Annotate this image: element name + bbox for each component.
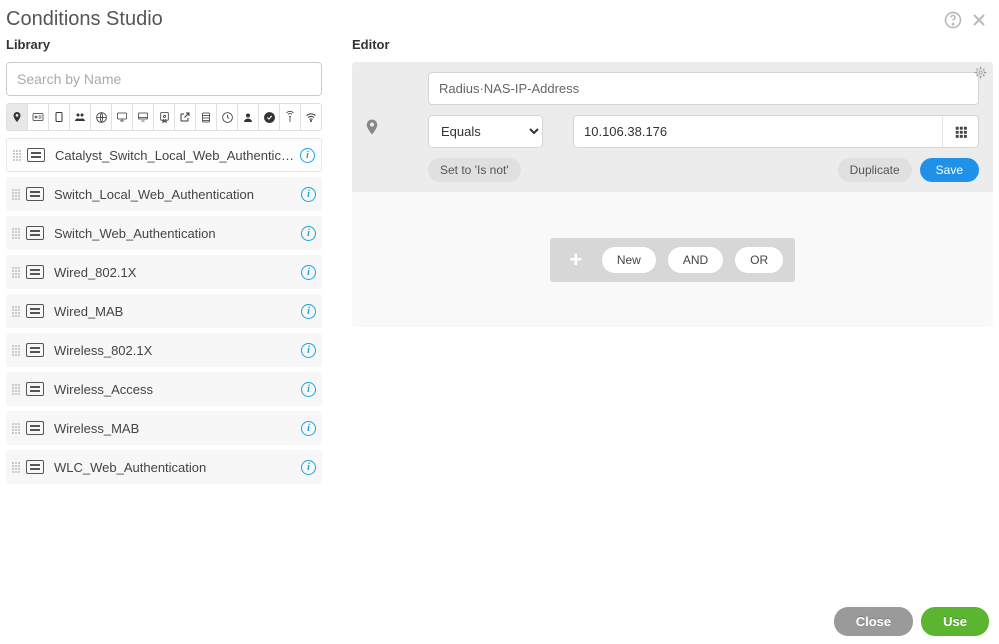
filter-desktop-icon[interactable]: [133, 104, 154, 130]
library-item-label: Wireless_802.1X: [54, 343, 295, 358]
info-icon[interactable]: i: [301, 265, 316, 280]
save-button[interactable]: Save: [920, 158, 979, 182]
info-icon[interactable]: i: [301, 187, 316, 202]
operator-select[interactable]: Equals: [428, 115, 543, 148]
filter-database-icon[interactable]: [196, 104, 217, 130]
library-item-label: Switch_Web_Authentication: [54, 226, 295, 241]
library-item[interactable]: Wireless_MAB i: [6, 411, 322, 445]
library-item-label: Wireless_MAB: [54, 421, 295, 436]
grid-picker-icon[interactable]: [942, 116, 978, 147]
gear-icon[interactable]: [974, 66, 987, 79]
location-marker-icon: [363, 116, 381, 138]
library-item[interactable]: WLC_Web_Authentication i: [6, 450, 322, 484]
filter-check-icon[interactable]: [259, 104, 280, 130]
set-is-not-button[interactable]: Set to 'Is not': [428, 158, 521, 182]
filter-toolbar: [6, 103, 322, 131]
condition-type-icon: [26, 460, 44, 474]
filter-device-icon[interactable]: [49, 104, 70, 130]
drag-handle-icon[interactable]: [12, 263, 20, 281]
close-button[interactable]: Close: [834, 607, 913, 636]
filter-badge-icon[interactable]: [28, 104, 49, 130]
drag-handle-icon[interactable]: [12, 458, 20, 476]
condition-type-icon: [26, 343, 44, 357]
attribute-field[interactable]: Radius·NAS-IP-Address: [428, 72, 979, 105]
library-item[interactable]: Wired_802.1X i: [6, 255, 322, 289]
library-item[interactable]: Catalyst_Switch_Local_Web_Authentication…: [6, 138, 322, 172]
filter-certificate-icon[interactable]: [154, 104, 175, 130]
library-item[interactable]: Switch_Web_Authentication i: [6, 216, 322, 250]
drag-handle-icon[interactable]: [12, 185, 20, 203]
drag-handle-icon[interactable]: [12, 224, 20, 242]
library-item-label: Wired_802.1X: [54, 265, 295, 280]
condition-type-icon: [26, 382, 44, 396]
plus-icon: +: [562, 246, 590, 274]
editor-panel: Editor Radius·NAS-IP-Address Equals: [352, 37, 993, 484]
and-button[interactable]: AND: [668, 247, 723, 273]
filter-wifi-icon[interactable]: [301, 104, 321, 130]
info-icon[interactable]: i: [301, 343, 316, 358]
filter-clock-icon[interactable]: [217, 104, 238, 130]
condition-type-icon: [26, 226, 44, 240]
drag-handle-icon[interactable]: [12, 302, 20, 320]
filter-globe-icon[interactable]: [91, 104, 112, 130]
library-item-label: Switch_Local_Web_Authentication: [54, 187, 295, 202]
filter-user-icon[interactable]: [238, 104, 259, 130]
value-input[interactable]: [574, 116, 942, 147]
editor-label: Editor: [352, 37, 993, 52]
filter-monitor-icon[interactable]: [112, 104, 133, 130]
or-button[interactable]: OR: [735, 247, 783, 273]
library-list: Catalyst_Switch_Local_Web_Authentication…: [6, 138, 322, 484]
library-item-label: Wired_MAB: [54, 304, 295, 319]
library-panel: Library Catalyst_Switch_Local_Web_Authen…: [6, 37, 322, 484]
library-label: Library: [6, 37, 322, 52]
drag-handle-icon[interactable]: [13, 146, 21, 164]
library-item-label: Wireless_Access: [54, 382, 295, 397]
library-item[interactable]: Wireless_Access i: [6, 372, 322, 406]
library-item[interactable]: Wireless_802.1X i: [6, 333, 322, 367]
library-item-label: WLC_Web_Authentication: [54, 460, 295, 475]
filter-group-icon[interactable]: [70, 104, 91, 130]
filter-antenna-icon[interactable]: [280, 104, 301, 130]
close-icon[interactable]: [969, 10, 989, 30]
filter-external-icon[interactable]: [175, 104, 196, 130]
library-item[interactable]: Wired_MAB i: [6, 294, 322, 328]
info-icon[interactable]: i: [300, 148, 315, 163]
condition-type-icon: [26, 421, 44, 435]
condition-type-icon: [26, 187, 44, 201]
drag-handle-icon[interactable]: [12, 341, 20, 359]
page-title: Conditions Studio: [6, 8, 163, 31]
info-icon[interactable]: i: [301, 382, 316, 397]
condition-type-icon: [26, 265, 44, 279]
logic-connector-bar: + New AND OR: [550, 238, 795, 282]
condition-type-icon: [26, 304, 44, 318]
new-condition-button[interactable]: New: [602, 247, 656, 273]
condition-type-icon: [27, 148, 45, 162]
info-icon[interactable]: i: [301, 421, 316, 436]
search-input[interactable]: [6, 62, 322, 96]
drag-handle-icon[interactable]: [12, 380, 20, 398]
library-item[interactable]: Switch_Local_Web_Authentication i: [6, 177, 322, 211]
use-button[interactable]: Use: [921, 607, 989, 636]
duplicate-button[interactable]: Duplicate: [838, 158, 912, 182]
filter-location-icon[interactable]: [7, 104, 28, 130]
help-icon[interactable]: [943, 10, 963, 30]
info-icon[interactable]: i: [301, 460, 316, 475]
library-item-label: Catalyst_Switch_Local_Web_Authentication: [55, 148, 294, 163]
info-icon[interactable]: i: [301, 304, 316, 319]
info-icon[interactable]: i: [301, 226, 316, 241]
drag-handle-icon[interactable]: [12, 419, 20, 437]
